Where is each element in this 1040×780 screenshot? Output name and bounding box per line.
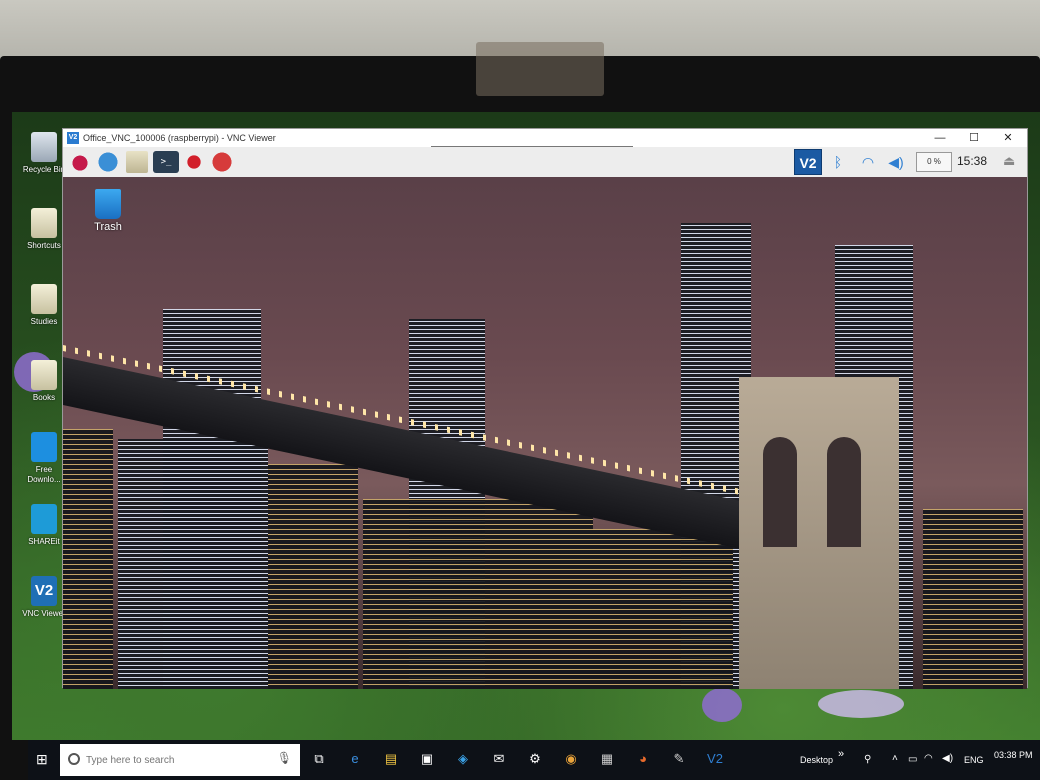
- remote-desktop-wallpaper: Trash: [63, 177, 1027, 689]
- wallpaper-building: [163, 309, 261, 689]
- vnc-logo-icon: V2: [67, 132, 79, 144]
- web-browser-icon[interactable]: [97, 151, 119, 173]
- people-icon[interactable]: ⚲: [864, 754, 871, 765]
- recycle-bin-icon: [31, 132, 57, 162]
- vnc-titlebar[interactable]: V2 Office_VNC_100006 (raspberrypi) - VNC…: [63, 129, 1027, 147]
- search-input[interactable]: [86, 752, 276, 768]
- raspberry-menu-icon[interactable]: [69, 151, 91, 173]
- wallpaper-bridge-arch: [827, 437, 861, 547]
- store-icon[interactable]: ▣: [418, 750, 436, 768]
- cpu-monitor: 0 %: [916, 152, 952, 172]
- task-view-icon[interactable]: ⧉: [310, 750, 328, 768]
- battery-icon[interactable]: ▭: [908, 754, 917, 765]
- vnc-viewer-icon: V2: [31, 576, 57, 606]
- trash-label: Trash: [94, 221, 122, 233]
- file-manager-icon[interactable]: [126, 151, 148, 173]
- file-explorer-icon[interactable]: ▤: [382, 750, 400, 768]
- wallpaper-bridge-tower: [739, 377, 899, 689]
- mail-icon[interactable]: ✉: [490, 750, 508, 768]
- wallpaper-building: [268, 464, 358, 689]
- trash-icon: [95, 189, 121, 219]
- trash-desktop-icon[interactable]: Trash: [91, 189, 125, 233]
- app-icon[interactable]: ◈: [454, 750, 472, 768]
- microphone-icon[interactable]: 🎙: [277, 751, 292, 765]
- start-button[interactable]: ⊞: [36, 750, 54, 768]
- mathematica-icon[interactable]: [211, 151, 233, 173]
- chevron-icon[interactable]: »: [838, 748, 844, 760]
- volume-icon[interactable]: ◀): [887, 153, 905, 171]
- volume-tray-icon[interactable]: ◀): [942, 753, 953, 764]
- wifi-icon[interactable]: ◠: [859, 153, 877, 171]
- raspberry-pi-panel: >_ V2 ᛒ ◠ ◀) 0 % 15:38 ⏏: [63, 147, 1027, 177]
- vnc-taskbar-icon[interactable]: V2: [706, 750, 724, 768]
- show-hidden-icons[interactable]: ˄: [892, 753, 898, 764]
- vnc-viewer-window[interactable]: V2 Office_VNC_100006 (raspberrypi) - VNC…: [62, 128, 1028, 689]
- wallpaper-building: [63, 429, 113, 689]
- settings-icon[interactable]: ⚙: [526, 750, 544, 768]
- minimize-button[interactable]: —: [923, 129, 957, 147]
- eject-icon[interactable]: ⏏: [1003, 153, 1015, 169]
- window-title: Office_VNC_100006 (raspberrypi) - VNC Vi…: [83, 133, 276, 143]
- folder-icon: [31, 284, 57, 314]
- wolfram-icon[interactable]: [183, 151, 205, 173]
- wallpaper-building: [593, 529, 733, 689]
- maximize-button[interactable]: ☐: [957, 129, 991, 147]
- language-indicator[interactable]: ENG: [964, 755, 984, 765]
- bluetooth-icon[interactable]: ᛒ: [829, 153, 847, 171]
- network-icon[interactable]: ◠: [924, 753, 933, 764]
- free-download-manager-icon: [31, 432, 57, 462]
- tape-on-monitor: [476, 42, 604, 96]
- folder-icon: [31, 208, 57, 238]
- shareit-icon: [31, 504, 57, 534]
- close-button[interactable]: ✕: [991, 129, 1025, 147]
- cortana-icon: [68, 753, 80, 765]
- wallpaper-flower: [818, 690, 904, 718]
- panel-clock[interactable]: 15:38: [957, 154, 987, 168]
- edge-icon[interactable]: e: [346, 750, 364, 768]
- wallpaper-bridge-arch: [763, 437, 797, 547]
- firefox-icon[interactable]: ◕: [634, 750, 652, 768]
- terminal-icon[interactable]: >_: [153, 151, 179, 173]
- taskbar-clock[interactable]: 03:38 PM: [994, 750, 1033, 760]
- vnc-server-tray-icon[interactable]: V2: [794, 149, 822, 175]
- folder-icon: [31, 360, 57, 390]
- calculator-icon[interactable]: ▦: [598, 750, 616, 768]
- desktop-toolbar-label[interactable]: Desktop: [800, 755, 833, 765]
- wallpaper-flower: [702, 688, 742, 722]
- taskbar-search-box[interactable]: 🎙: [60, 744, 300, 776]
- windows-taskbar: ⊞ 🎙 ⧉ e ▤ ▣ ◈ ✉ ⚙ ◉ ▦ ◕ ✎ V2 Desktop » ⚲ ˄ ▭ ◠ ◀) E…: [28, 740, 1040, 780]
- paint-icon[interactable]: ✎: [670, 750, 688, 768]
- wallpaper-building: [363, 499, 593, 689]
- wallpaper-building: [923, 509, 1023, 689]
- chrome-icon[interactable]: ◉: [562, 750, 580, 768]
